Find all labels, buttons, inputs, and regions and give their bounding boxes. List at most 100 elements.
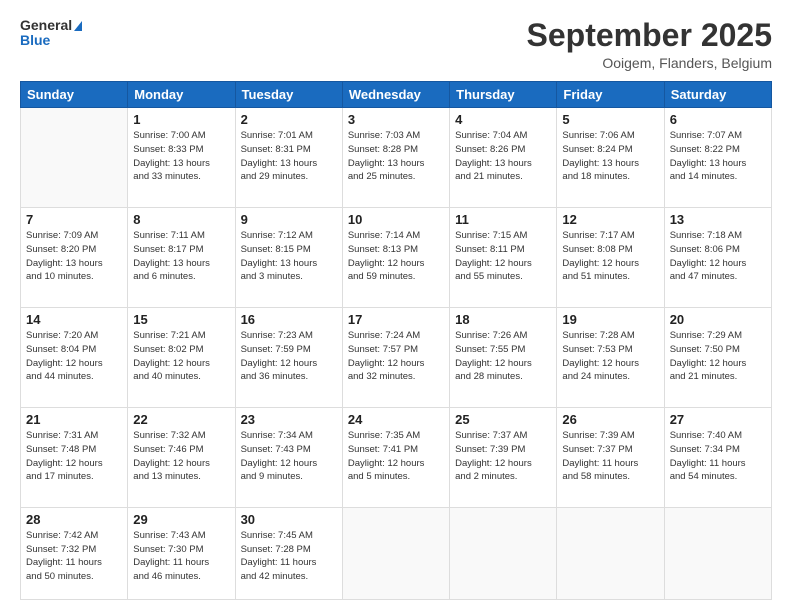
- day-number: 15: [133, 312, 229, 327]
- location: Ooigem, Flanders, Belgium: [527, 55, 772, 71]
- day-info: Sunrise: 7:11 AM Sunset: 8:17 PM Dayligh…: [133, 229, 229, 284]
- table-row: 15 Sunrise: 7:21 AM Sunset: 8:02 PM Dayli…: [128, 308, 235, 408]
- day-number: 17: [348, 312, 444, 327]
- day-number: 30: [241, 512, 337, 527]
- day-info: Sunrise: 7:12 AM Sunset: 8:15 PM Dayligh…: [241, 229, 337, 284]
- day-info: Sunrise: 7:37 AM Sunset: 7:39 PM Dayligh…: [455, 429, 551, 484]
- day-info: Sunrise: 7:17 AM Sunset: 8:08 PM Dayligh…: [562, 229, 658, 284]
- table-row: 13Sunrise: 7:18 AM Sunset: 8:06 PM Dayli…: [664, 208, 771, 308]
- day-number: 22: [133, 412, 229, 427]
- table-row: 22 Sunrise: 7:32 AM Sunset: 7:46 PM Dayli…: [128, 408, 235, 508]
- table-row: 2 Sunrise: 7:01 AM Sunset: 8:31 PM Daylig…: [235, 108, 342, 208]
- day-info: Sunrise: 7:42 AM Sunset: 7:32 PM Dayligh…: [26, 529, 122, 584]
- day-number: 11: [455, 212, 551, 227]
- table-row: [21, 108, 128, 208]
- month-title: September 2025: [527, 18, 772, 53]
- table-row: [557, 507, 664, 599]
- day-info: Sunrise: 7:23 AM Sunset: 7:59 PM Dayligh…: [241, 329, 337, 384]
- day-info: Sunrise: 7:21 AM Sunset: 8:02 PM Dayligh…: [133, 329, 229, 384]
- day-info: Sunrise: 7:00 AM Sunset: 8:33 PM Dayligh…: [133, 129, 229, 184]
- table-row: 27 Sunrise: 7:40 AM Sunset: 7:34 PM Dayli…: [664, 408, 771, 508]
- day-info: Sunrise: 7:14 AM Sunset: 8:13 PM Dayligh…: [348, 229, 444, 284]
- table-row: 10 Sunrise: 7:14 AM Sunset: 8:13 PM Dayli…: [342, 208, 449, 308]
- table-row: 5 Sunrise: 7:06 AM Sunset: 8:24 PM Daylig…: [557, 108, 664, 208]
- day-info: Sunrise: 7:34 AM Sunset: 7:43 PM Dayligh…: [241, 429, 337, 484]
- table-row: 29 Sunrise: 7:43 AM Sunset: 7:30 PM Dayli…: [128, 507, 235, 599]
- day-number: 10: [348, 212, 444, 227]
- day-number: 5: [562, 112, 658, 127]
- day-info: Sunrise: 7:39 AM Sunset: 7:37 PM Dayligh…: [562, 429, 658, 484]
- day-info: Sunrise: 7:35 AM Sunset: 7:41 PM Dayligh…: [348, 429, 444, 484]
- logo-text: General Blue: [20, 18, 82, 49]
- calendar-header-row: Sunday Monday Tuesday Wednesday Thursday…: [21, 82, 772, 108]
- day-info: Sunrise: 7:07 AM Sunset: 8:22 PM Dayligh…: [670, 129, 766, 184]
- day-number: 23: [241, 412, 337, 427]
- day-info: Sunrise: 7:32 AM Sunset: 7:46 PM Dayligh…: [133, 429, 229, 484]
- title-block: September 2025 Ooigem, Flanders, Belgium: [527, 18, 772, 71]
- day-number: 7: [26, 212, 122, 227]
- logo: General Blue: [20, 18, 82, 49]
- day-number: 6: [670, 112, 766, 127]
- col-tuesday: Tuesday: [235, 82, 342, 108]
- day-number: 1: [133, 112, 229, 127]
- table-row: [664, 507, 771, 599]
- day-number: 19: [562, 312, 658, 327]
- page: General Blue September 2025 Ooigem, Flan…: [0, 0, 792, 612]
- table-row: 3 Sunrise: 7:03 AM Sunset: 8:28 PM Daylig…: [342, 108, 449, 208]
- day-info: Sunrise: 7:31 AM Sunset: 7:48 PM Dayligh…: [26, 429, 122, 484]
- table-row: 24 Sunrise: 7:35 AM Sunset: 7:41 PM Dayli…: [342, 408, 449, 508]
- day-info: Sunrise: 7:45 AM Sunset: 7:28 PM Dayligh…: [241, 529, 337, 584]
- day-info: Sunrise: 7:15 AM Sunset: 8:11 PM Dayligh…: [455, 229, 551, 284]
- table-row: 7 Sunrise: 7:09 AM Sunset: 8:20 PM Daylig…: [21, 208, 128, 308]
- table-row: 23 Sunrise: 7:34 AM Sunset: 7:43 PM Dayli…: [235, 408, 342, 508]
- day-number: 13: [670, 212, 766, 227]
- table-row: 16 Sunrise: 7:23 AM Sunset: 7:59 PM Dayli…: [235, 308, 342, 408]
- day-number: 12: [562, 212, 658, 227]
- day-number: 2: [241, 112, 337, 127]
- table-row: 12 Sunrise: 7:17 AM Sunset: 8:08 PM Dayli…: [557, 208, 664, 308]
- table-row: 30 Sunrise: 7:45 AM Sunset: 7:28 PM Dayli…: [235, 507, 342, 599]
- day-number: 3: [348, 112, 444, 127]
- table-row: 6 Sunrise: 7:07 AM Sunset: 8:22 PM Daylig…: [664, 108, 771, 208]
- day-info: Sunrise: 7:24 AM Sunset: 7:57 PM Dayligh…: [348, 329, 444, 384]
- day-info: Sunrise: 7:28 AM Sunset: 7:53 PM Dayligh…: [562, 329, 658, 384]
- day-info: Sunrise: 7:43 AM Sunset: 7:30 PM Dayligh…: [133, 529, 229, 584]
- table-row: 20 Sunrise: 7:29 AM Sunset: 7:50 PM Dayli…: [664, 308, 771, 408]
- table-row: 18Sunrise: 7:26 AM Sunset: 7:55 PM Dayli…: [450, 308, 557, 408]
- day-info: Sunrise: 7:06 AM Sunset: 8:24 PM Dayligh…: [562, 129, 658, 184]
- col-monday: Monday: [128, 82, 235, 108]
- table-row: 21 Sunrise: 7:31 AM Sunset: 7:48 PM Dayli…: [21, 408, 128, 508]
- day-info: Sunrise: 7:01 AM Sunset: 8:31 PM Dayligh…: [241, 129, 337, 184]
- day-number: 9: [241, 212, 337, 227]
- table-row: 17 Sunrise: 7:24 AM Sunset: 7:57 PM Dayli…: [342, 308, 449, 408]
- table-row: 8Sunrise: 7:11 AM Sunset: 8:17 PM Daylig…: [128, 208, 235, 308]
- day-number: 4: [455, 112, 551, 127]
- table-row: [450, 507, 557, 599]
- day-number: 28: [26, 512, 122, 527]
- col-thursday: Thursday: [450, 82, 557, 108]
- day-number: 16: [241, 312, 337, 327]
- table-row: 14Sunrise: 7:20 AM Sunset: 8:04 PM Dayli…: [21, 308, 128, 408]
- day-number: 29: [133, 512, 229, 527]
- col-friday: Friday: [557, 82, 664, 108]
- day-number: 24: [348, 412, 444, 427]
- table-row: 19 Sunrise: 7:28 AM Sunset: 7:53 PM Dayli…: [557, 308, 664, 408]
- day-number: 21: [26, 412, 122, 427]
- day-info: Sunrise: 7:29 AM Sunset: 7:50 PM Dayligh…: [670, 329, 766, 384]
- col-sunday: Sunday: [21, 82, 128, 108]
- day-number: 25: [455, 412, 551, 427]
- day-number: 20: [670, 312, 766, 327]
- table-row: 25 Sunrise: 7:37 AM Sunset: 7:39 PM Dayli…: [450, 408, 557, 508]
- day-info: Sunrise: 7:04 AM Sunset: 8:26 PM Dayligh…: [455, 129, 551, 184]
- table-row: 28 Sunrise: 7:42 AM Sunset: 7:32 PM Dayli…: [21, 507, 128, 599]
- day-info: Sunrise: 7:40 AM Sunset: 7:34 PM Dayligh…: [670, 429, 766, 484]
- day-info: Sunrise: 7:20 AM Sunset: 8:04 PM Dayligh…: [26, 329, 122, 384]
- table-row: 11 Sunrise: 7:15 AM Sunset: 8:11 PM Dayli…: [450, 208, 557, 308]
- day-info: Sunrise: 7:03 AM Sunset: 8:28 PM Dayligh…: [348, 129, 444, 184]
- table-row: 26Sunrise: 7:39 AM Sunset: 7:37 PM Dayli…: [557, 408, 664, 508]
- day-info: Sunrise: 7:09 AM Sunset: 8:20 PM Dayligh…: [26, 229, 122, 284]
- table-row: [342, 507, 449, 599]
- day-info: Sunrise: 7:26 AM Sunset: 7:55 PM Dayligh…: [455, 329, 551, 384]
- table-row: 1 Sunrise: 7:00 AM Sunset: 8:33 PM Daylig…: [128, 108, 235, 208]
- day-number: 27: [670, 412, 766, 427]
